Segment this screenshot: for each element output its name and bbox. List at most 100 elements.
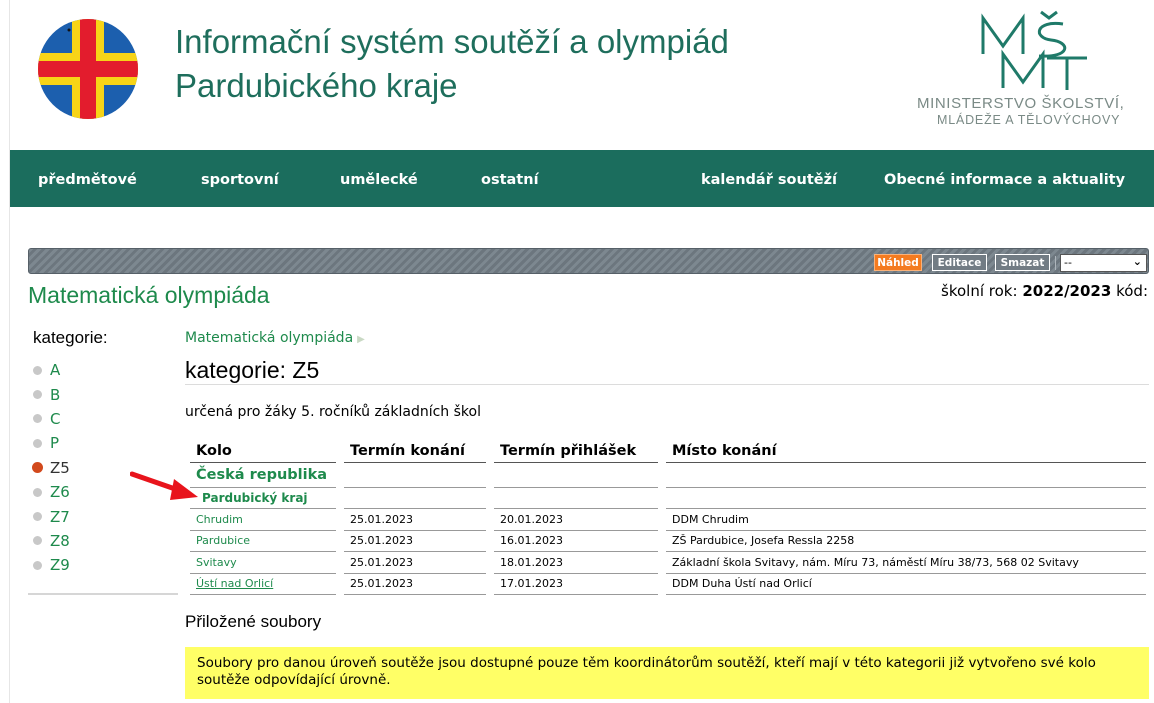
category-title: kategorie: Z5 [185, 357, 320, 383]
main-nav: předmětové sportovní umělecké ostatní ka… [10, 150, 1154, 207]
category-label: B [50, 385, 61, 404]
action-select[interactable]: -- ⌄ [1060, 254, 1147, 272]
ministry-name-line1: MINISTERSTVO ŠKOLSTVÍ, [917, 95, 1125, 112]
nav-umelecke[interactable]: umělecké [340, 172, 418, 188]
empty-cell [340, 462, 494, 488]
category-item-z6[interactable]: Z6 [33, 480, 70, 504]
category-item-z9[interactable]: Z9 [33, 553, 70, 577]
nav-predmetove[interactable]: předmětové [38, 172, 137, 188]
category-label: P [50, 434, 60, 453]
venue-cell: ZŠ Pardubice, Josefa Ressla 2258 [662, 530, 1146, 552]
bullet-icon [33, 438, 42, 448]
category-label: C [50, 409, 61, 428]
category-description: určená pro žáky 5. ročníků základních šk… [185, 404, 481, 420]
table-row: Pardubice 25.01.2023 16.01.2023 ZŠ Pardu… [190, 530, 1146, 552]
breadcrumb: Matematická olympiáda ▶ [185, 330, 365, 346]
action-select-value: -- [1064, 256, 1072, 269]
category-item-a[interactable]: A [33, 358, 70, 382]
ministry-logo[interactable]: MINISTERSTVO ŠKOLSTVÍ, MLÁDEŽE A TĚLOVÝC… [915, 10, 1154, 140]
table-row: Chrudim 25.01.2023 20.01.2023 DDM Chrudi… [190, 508, 1146, 531]
empty-cell [662, 487, 1146, 509]
venue-cell: DDM Duha Ústí nad Orlicí [662, 573, 1146, 595]
msmt-monogram [981, 10, 1087, 90]
table-row: Svitavy 25.01.2023 18.01.2023 Základní š… [190, 551, 1146, 574]
preview-button[interactable]: Náhled [874, 254, 922, 271]
bullet-icon [33, 560, 42, 570]
round-level-national[interactable]: Česká republika [190, 462, 344, 488]
page-edge [9, 0, 10, 703]
deadline-cell: 16.01.2023 [490, 530, 666, 552]
bullet-icon [33, 365, 42, 375]
category-item-z5[interactable]: Z5 [32, 456, 70, 480]
nav-ostatni[interactable]: ostatní [481, 172, 539, 188]
site-title-line2: Pardubického kraje [175, 67, 458, 104]
bullet-icon [33, 390, 42, 400]
table-row-level2: Pardubický kraj [190, 487, 1146, 509]
deadline-cell: 18.01.2023 [490, 551, 666, 574]
category-item-p[interactable]: P [33, 431, 70, 455]
nav-kalendar[interactable]: kalendář soutěží [701, 172, 837, 188]
edit-button[interactable]: Editace [932, 254, 987, 271]
category-label: Z6 [50, 483, 70, 502]
bullet-icon [33, 414, 42, 424]
bullet-icon [33, 487, 42, 497]
date-cell: 25.01.2023 [340, 573, 494, 595]
toolbar-separator [1055, 256, 1056, 270]
table-row: Ústí nad Orlicí 25.01.2023 17.01.2023 DD… [190, 573, 1146, 595]
competition-title: Matematická olympiáda [28, 282, 270, 308]
attachments-notice: Soubory pro danou úroveň soutěže jsou do… [185, 647, 1149, 699]
sidebar-heading: kategorie: [33, 328, 108, 347]
chevron-down-icon: ⌄ [1132, 255, 1142, 268]
category-list: A B C P Z5 Z6 Z7 Z8 Z9 [32, 358, 70, 578]
breadcrumb-arrow-icon: ▶ [357, 334, 365, 345]
category-item-z8[interactable]: Z8 [33, 529, 70, 553]
breadcrumb-link[interactable]: Matematická olympiáda [185, 330, 353, 346]
venue-cell: Základní škola Svitavy, nám. Míru 73, ná… [662, 551, 1146, 574]
date-cell: 25.01.2023 [340, 508, 494, 531]
site-title-line1: Informační systém soutěží a olympiád [175, 23, 729, 60]
code-label: kód: [1116, 282, 1148, 300]
category-item-c[interactable]: C [33, 407, 70, 431]
table-row-level1: Česká republika [190, 462, 1146, 488]
sidebar-divider [28, 593, 178, 595]
empty-cell [490, 462, 666, 488]
category-item-z7[interactable]: Z7 [33, 504, 70, 528]
title-divider [185, 384, 1149, 385]
col-kolo: Kolo [190, 440, 344, 463]
round-link[interactable]: Ústí nad Orlicí [190, 573, 344, 595]
venue-cell: DDM Chrudim [662, 508, 1146, 531]
ministry-name-line2: MLÁDEŽE A TĚLOVÝCHOVY [937, 113, 1121, 127]
round-link[interactable]: Svitavy [190, 551, 344, 574]
category-label: Z8 [50, 531, 70, 550]
regional-logo[interactable] [38, 19, 138, 119]
category-label: Z7 [50, 507, 70, 526]
empty-cell [340, 487, 494, 509]
category-item-b[interactable]: B [33, 382, 70, 406]
active-bullet-icon [32, 462, 43, 474]
admin-toolbar: Náhled Editace Smazat -- ⌄ [28, 248, 1149, 274]
deadline-cell: 17.01.2023 [490, 573, 666, 595]
col-misto: Místo konání [662, 440, 1146, 463]
school-year-value: 2022/2023 [1022, 282, 1112, 300]
attachments-title: Přiložené soubory [185, 612, 322, 631]
nav-sportovni[interactable]: sportovní [201, 172, 279, 188]
table-header-row: Kolo Termín konání Termín přihlášek Míst… [190, 440, 1146, 463]
round-level-regional[interactable]: Pardubický kraj [190, 487, 344, 509]
empty-cell [662, 462, 1146, 488]
bullet-icon [33, 512, 42, 522]
col-prihlasky: Termín přihlášek [490, 440, 666, 463]
bullet-icon [33, 536, 42, 546]
empty-cell [490, 487, 666, 509]
date-cell: 25.01.2023 [340, 530, 494, 552]
school-year-label: školní rok: [941, 282, 1018, 300]
category-label: Z5 [50, 458, 70, 477]
date-cell: 25.01.2023 [340, 551, 494, 574]
round-link[interactable]: Pardubice [190, 530, 344, 552]
round-link[interactable]: Chrudim [190, 508, 344, 531]
school-year: školní rok: 2022/2023 kód: [941, 282, 1148, 300]
nav-obecne-informace[interactable]: Obecné informace a aktuality [884, 172, 1125, 188]
delete-button[interactable]: Smazat [995, 254, 1050, 271]
category-label: A [50, 361, 61, 380]
col-termin: Termín konání [340, 440, 494, 463]
site-title: Informační systém soutěží a olympiád Par… [175, 20, 729, 108]
